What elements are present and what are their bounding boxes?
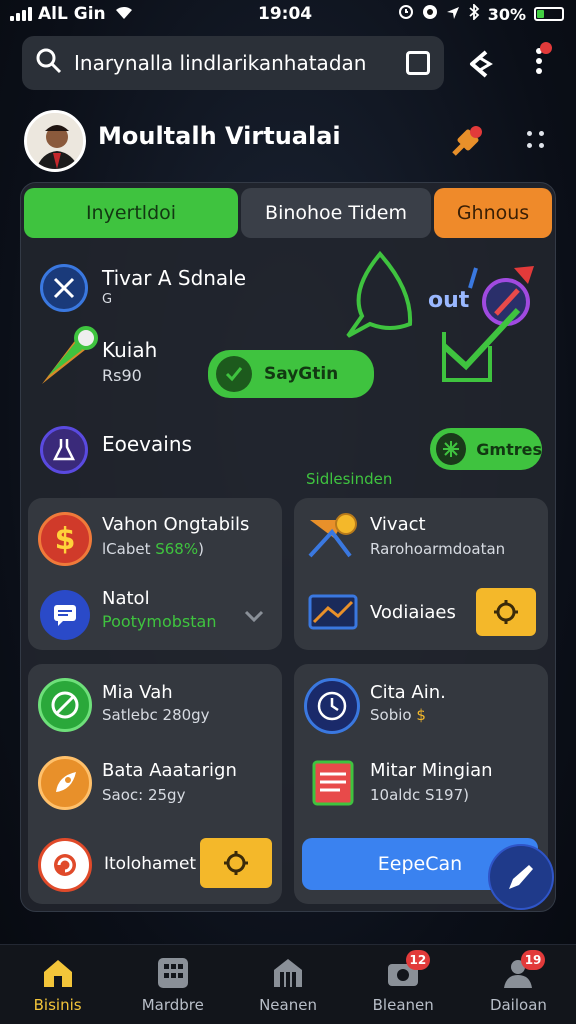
- apps-grid-icon[interactable]: [524, 128, 548, 152]
- camera-icon: 12: [386, 949, 431, 990]
- notification-badge: 19: [520, 949, 546, 970]
- tab-inyertldoi[interactable]: Inyertldoi: [24, 188, 238, 238]
- item-sub: G: [102, 292, 113, 307]
- card-sub-suffix: ): [198, 540, 204, 558]
- no-entry-icon: [38, 678, 92, 732]
- gear-icon: [224, 851, 248, 875]
- nav-item-neanen[interactable]: Neanen: [230, 945, 345, 1024]
- share-icon[interactable]: [462, 46, 498, 82]
- chevron-down-icon[interactable]: [244, 608, 264, 627]
- refresh-icon: [38, 838, 92, 892]
- games-button-label: Gmtres: [476, 439, 542, 459]
- card-sub: Satlebc 280gy: [102, 706, 210, 724]
- nav-label: Dailoan: [489, 995, 547, 1014]
- say-button[interactable]: SayGtin: [208, 350, 374, 398]
- settings-button[interactable]: [200, 838, 272, 888]
- crossed-tools-icon[interactable]: [40, 264, 88, 312]
- flask-icon[interactable]: [40, 426, 88, 474]
- card-title: Cita Ain.: [370, 682, 446, 703]
- card-row-title: Bata Aaatarign: [102, 760, 237, 781]
- status-bar: AlL Gin 19:04 30%: [0, 0, 576, 28]
- nav-label: Neanen: [259, 995, 317, 1014]
- card-row-sub: 10aldc S197): [370, 786, 469, 804]
- nav-item-bisinis[interactable]: Bisinis: [0, 945, 115, 1024]
- nav-label: Mardbre: [141, 995, 204, 1014]
- record-icon: [422, 4, 438, 24]
- card-sub-value: S68%: [155, 540, 199, 558]
- checkmark-compass-icon: [440, 262, 540, 386]
- page-title: Moultalh Virtualai: [98, 122, 341, 150]
- building-icon: [271, 956, 305, 990]
- nav-item-bleanen[interactable]: 12 Bleanen: [346, 945, 461, 1024]
- chat-doc-icon: [40, 590, 90, 640]
- location-icon: [446, 5, 460, 24]
- alarm-icon: [398, 4, 414, 24]
- search-input[interactable]: Inarynalla lindlarikanhatadan: [74, 51, 396, 75]
- compose-fab[interactable]: [488, 844, 554, 910]
- dollar-icon: $: [38, 512, 92, 566]
- card-sub-value: $: [416, 706, 426, 724]
- gear-icon: [494, 600, 518, 624]
- sparkle-icon: [436, 433, 467, 465]
- card-row-title: Mitar Mingian: [370, 760, 493, 781]
- pin-alert-icon[interactable]: [448, 124, 484, 160]
- nav-label: Bleanen: [372, 995, 434, 1014]
- nav-item-dailoan[interactable]: 19 Dailoan: [461, 945, 576, 1024]
- mail-icon: [308, 594, 358, 632]
- nav-label: Bisinis: [33, 995, 82, 1014]
- clock-time: 19:04: [258, 4, 313, 24]
- card-title: Vivact: [370, 514, 426, 535]
- say-button-label: SayGtin: [264, 364, 339, 384]
- bottom-nav: Bisinis Mardbre Neanen 12 Bleanen 19 Dai…: [0, 944, 576, 1024]
- tab-ghnous[interactable]: Ghnous: [434, 188, 552, 238]
- carrier-label: AlL Gin: [38, 4, 106, 24]
- battery-percent: 30%: [487, 4, 526, 24]
- party-horn-icon[interactable]: [36, 324, 100, 388]
- item-title: Tivar A Sdnale: [102, 266, 247, 290]
- settings-button[interactable]: [476, 588, 536, 636]
- item-title: Kuiah: [102, 338, 158, 362]
- card-sub-prefix: lCabet: [102, 540, 156, 558]
- card-sub: lCabet S68%): [102, 540, 204, 558]
- easel-icon: [304, 512, 358, 560]
- card-title: Mia Vah: [102, 682, 173, 703]
- card-row-title: Itolohamet: [104, 854, 197, 874]
- caption-link[interactable]: Sidlesinden: [306, 470, 392, 488]
- edit-icon: [509, 865, 533, 889]
- clock-icon: [304, 678, 360, 734]
- wifi-icon: [114, 4, 134, 25]
- card-sub: Sobio $: [370, 706, 426, 724]
- search-bar[interactable]: Inarynalla lindlarikanhatadan: [22, 36, 444, 90]
- battery-icon: [534, 7, 564, 21]
- item-title: Eoevains: [102, 432, 192, 456]
- notification-badge: 12: [405, 949, 431, 970]
- bluetooth-icon: [468, 2, 480, 24]
- avatar[interactable]: [24, 110, 86, 172]
- document-icon: [310, 758, 358, 808]
- profile-icon: 19: [501, 949, 546, 990]
- chat-bubble-icon: [340, 250, 416, 342]
- card-sub-text: Sobio: [370, 706, 412, 724]
- check-circle-icon: [216, 356, 252, 392]
- card-sub: Rarohoarmdoatan: [370, 540, 506, 558]
- home-icon: [41, 956, 75, 990]
- tabs-icon[interactable]: [406, 51, 430, 75]
- notification-dot: [540, 42, 552, 54]
- more-menu-icon[interactable]: [526, 42, 552, 84]
- nav-item-mardbre[interactable]: Mardbre: [115, 945, 230, 1024]
- card-row-sub: Saoc: 25gy: [102, 786, 186, 804]
- games-button[interactable]: Gmtres: [430, 428, 542, 470]
- apps-icon: [156, 956, 190, 990]
- signal-icon: [10, 7, 32, 21]
- card-row-title: Vodiaiaes: [370, 602, 456, 623]
- search-icon: [36, 48, 62, 78]
- card-row-sub: Pootymobstan: [102, 612, 217, 631]
- card-row-title: Natol: [102, 588, 150, 609]
- card-title: Vahon Ongtabils: [102, 514, 250, 535]
- rocket-icon: [38, 756, 92, 810]
- item-sub: Rs90: [102, 366, 142, 385]
- tab-binohoe-tidem[interactable]: Binohoe Tidem: [241, 188, 431, 238]
